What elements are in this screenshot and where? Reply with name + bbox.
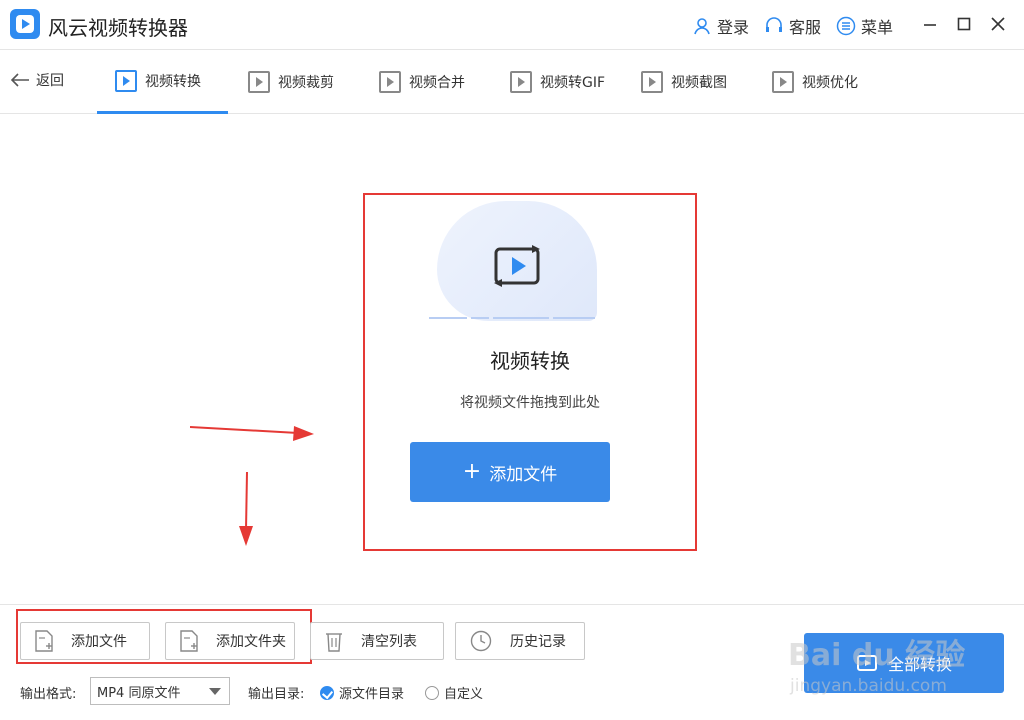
video-merge-icon <box>379 71 401 93</box>
arrow-left-icon <box>10 73 29 87</box>
tab-label: 视频裁剪 <box>278 75 334 91</box>
convert-all-label: 全部转换 <box>887 655 952 674</box>
dropzone-hint: 将视频文件拖拽到此处 <box>460 395 600 411</box>
tab-video-merge[interactable]: 视频合并 <box>361 50 483 114</box>
decor-line <box>429 317 467 319</box>
tab-label: 视频截图 <box>671 75 727 91</box>
add-file-label: 添加文件 <box>489 464 558 485</box>
video-convert-icon <box>494 245 540 287</box>
image-icon <box>641 71 663 93</box>
maximize-icon <box>957 17 971 31</box>
app-window: 风云视频转换器 登录 客服 菜单 返回 视频转换 视频裁剪 视频合并 视频转GI… <box>0 0 1024 720</box>
decor-line <box>471 317 489 319</box>
user-icon <box>694 18 710 35</box>
maximize-button[interactable] <box>952 12 976 36</box>
output-format-label: 输出格式: <box>20 687 77 702</box>
radio-source-dir[interactable]: 源文件目录 <box>320 683 404 702</box>
add-file-main-button[interactable]: + 添加文件 <box>410 442 610 502</box>
radio-custom-dir[interactable]: 自定义 <box>425 683 483 702</box>
convert-all-button[interactable]: 全部转换 <box>804 633 1004 693</box>
chevron-down-icon <box>209 687 221 695</box>
radio-checked-icon <box>320 685 334 700</box>
clear-list-label: 清空列表 <box>361 634 417 650</box>
tab-label: 视频优化 <box>802 75 858 91</box>
drop-zone[interactable]: 视频转换 将视频文件拖拽到此处 + 添加文件 <box>363 193 697 551</box>
back-label: 返回 <box>36 73 64 89</box>
radio-label: 源文件目录 <box>339 687 405 702</box>
login-button[interactable]: 登录 <box>692 14 749 38</box>
tab-video-to-gif[interactable]: 视频转GIF <box>492 50 623 114</box>
minimize-icon <box>924 24 936 26</box>
service-label: 客服 <box>789 18 822 37</box>
history-label: 历史记录 <box>510 634 566 650</box>
plus-icon: + <box>462 459 482 484</box>
video-convert-icon <box>115 69 137 92</box>
convert-icon <box>856 655 877 671</box>
sliders-icon <box>772 71 794 93</box>
clear-list-button[interactable]: 清空列表 <box>310 622 444 660</box>
output-format-value: MP4 同原文件 <box>97 685 181 701</box>
red-arrow-down-icon <box>239 472 253 546</box>
back-button[interactable]: 返回 <box>10 70 64 90</box>
app-title: 风云视频转换器 <box>48 16 188 40</box>
red-arrow-right-icon <box>190 426 314 441</box>
tab-label: 视频合并 <box>409 75 465 91</box>
close-icon <box>991 17 1005 31</box>
headset-icon <box>766 17 782 32</box>
radio-label: 自定义 <box>444 687 484 702</box>
radio-unchecked-icon <box>425 685 439 700</box>
clock-icon <box>470 630 492 652</box>
menu-label: 菜单 <box>861 18 894 37</box>
close-button[interactable] <box>986 12 1010 36</box>
tab-label: 视频转GIF <box>540 75 606 91</box>
decor-line <box>553 317 595 319</box>
decor-line <box>493 317 549 319</box>
customer-service-button[interactable]: 客服 <box>764 14 821 38</box>
gif-icon <box>510 71 532 93</box>
menu-button[interactable]: 菜单 <box>836 14 893 38</box>
minimize-button[interactable] <box>918 12 942 36</box>
video-crop-icon <box>248 71 270 93</box>
tab-video-convert[interactable]: 视频转换 <box>97 50 228 114</box>
app-logo-icon <box>10 9 40 39</box>
trash-icon <box>326 633 342 652</box>
tab-video-optimize[interactable]: 视频优化 <box>754 50 876 114</box>
tab-video-screenshot[interactable]: 视频截图 <box>623 50 745 114</box>
highlight-box <box>16 609 312 664</box>
title-bar: 风云视频转换器 登录 客服 菜单 <box>0 0 1024 50</box>
login-label: 登录 <box>717 18 750 37</box>
tab-video-crop[interactable]: 视频裁剪 <box>230 50 352 114</box>
nav-bar: 返回 视频转换 视频裁剪 视频合并 视频转GIF 视频截图 视频优化 <box>0 50 1024 114</box>
dropzone-title: 视频转换 <box>490 349 570 373</box>
divider <box>0 604 1024 605</box>
menu-icon <box>836 16 856 36</box>
output-dir-label: 输出目录: <box>248 687 305 702</box>
history-button[interactable]: 历史记录 <box>455 622 585 660</box>
output-format-select[interactable]: MP4 同原文件 <box>90 677 230 705</box>
tab-label: 视频转换 <box>145 73 201 90</box>
